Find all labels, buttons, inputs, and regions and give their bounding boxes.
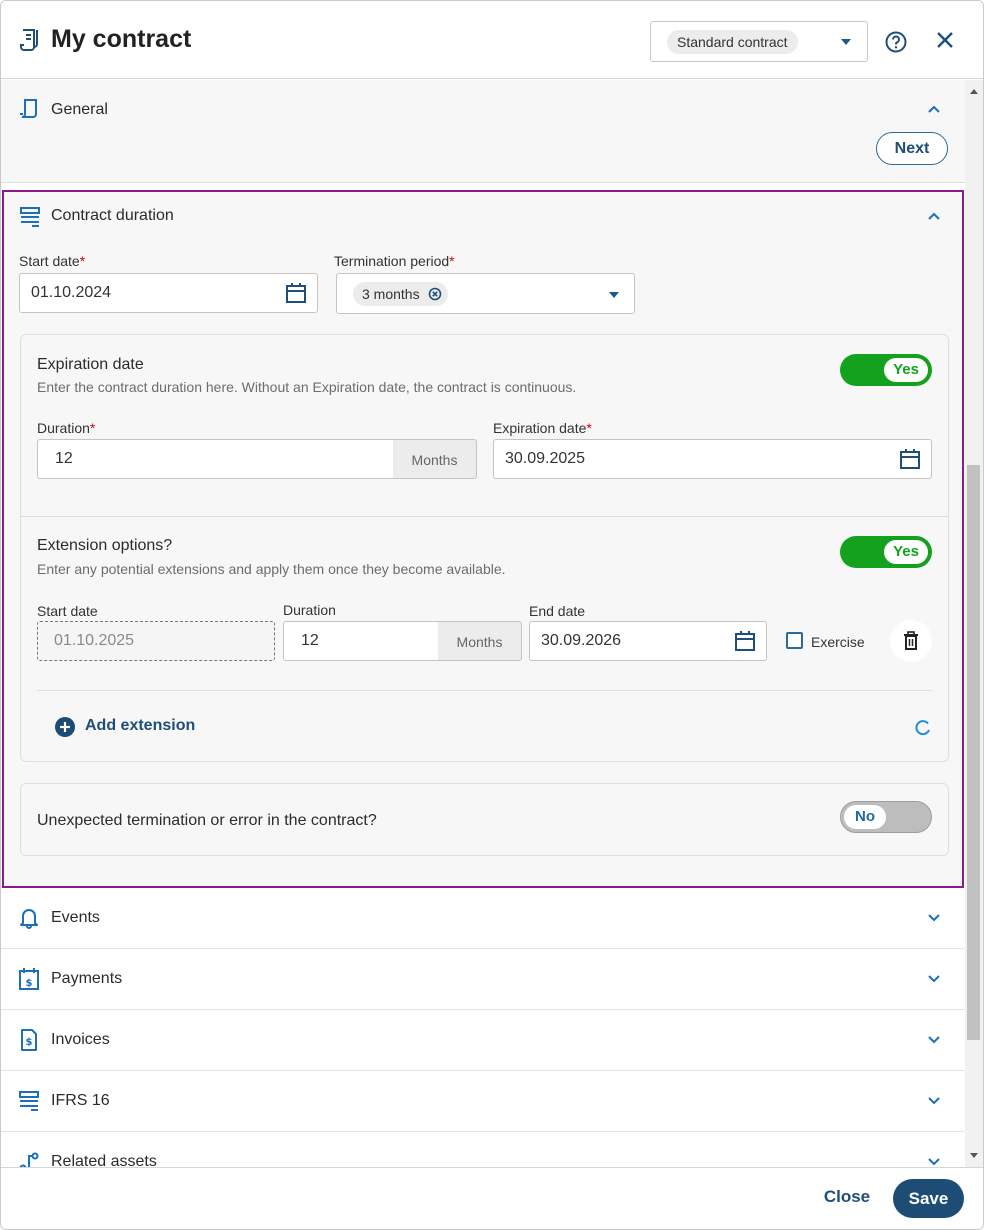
ext-start-date-value: 01.10.2025: [54, 632, 135, 649]
toggle-knob: No: [844, 805, 886, 829]
extension-toggle[interactable]: Yes: [840, 536, 932, 568]
expiration-date-field[interactable]: 30.09.2025: [493, 439, 932, 479]
duration-value: 12: [55, 450, 73, 467]
section-ifrs16[interactable]: IFRS 16: [1, 1071, 965, 1132]
expiration-date-value: 30.09.2025: [505, 450, 586, 467]
chevron-up-icon[interactable]: [927, 209, 941, 223]
help-icon[interactable]: [885, 31, 907, 53]
chevron-down-icon[interactable]: [927, 1094, 941, 1108]
caret-down-icon: [841, 39, 851, 45]
ext-duration-unit: Months: [438, 621, 522, 661]
chevron-up-icon[interactable]: [927, 102, 941, 116]
termination-error-title: Unexpected termination or error in the c…: [37, 812, 377, 829]
section-general-label: General: [51, 101, 108, 118]
svg-text:$: $: [26, 978, 33, 989]
section-invoices[interactable]: $ Invoices: [1, 1010, 965, 1071]
page-title: My contract: [51, 25, 192, 53]
duration-label: Duration*: [37, 420, 96, 436]
section-general: General Next: [1, 80, 965, 183]
document-icon: [20, 29, 38, 51]
section-related-label: Related assets: [51, 1153, 157, 1167]
termination-period-select[interactable]: 3 months: [336, 273, 635, 314]
ext-duration-label: Duration: [283, 602, 336, 618]
scroll-down-icon[interactable]: [970, 1153, 978, 1158]
close-icon[interactable]: [935, 30, 955, 50]
termination-value: 3 months: [362, 286, 420, 302]
section-ifrs16-label: IFRS 16: [51, 1092, 110, 1109]
calendar-dollar-icon: $: [19, 968, 39, 990]
extension-subtitle: Enter any potential extensions and apply…: [37, 561, 506, 577]
scrollbar[interactable]: [965, 80, 983, 1167]
section-payments[interactable]: $ Payments: [1, 949, 965, 1010]
svg-text:$: $: [26, 1037, 33, 1048]
chevron-down-icon[interactable]: [927, 911, 941, 925]
scrollbar-thumb[interactable]: [967, 465, 980, 1040]
expiration-date-label: Expiration date*: [493, 420, 592, 436]
exercise-checkbox[interactable]: [786, 632, 803, 649]
exercise-label: Exercise: [811, 634, 865, 650]
section-invoices-label: Invoices: [51, 1031, 110, 1048]
calendar-icon[interactable]: [734, 630, 756, 652]
remove-chip-icon[interactable]: [428, 287, 442, 301]
next-button[interactable]: Next: [876, 132, 948, 165]
dialog-header: My contract Standard contract: [1, 1, 983, 79]
hierarchy-icon: [19, 1152, 39, 1167]
scroll-up-icon[interactable]: [970, 89, 978, 94]
expiration-toggle[interactable]: Yes: [840, 354, 932, 386]
dialog-body[interactable]: General Next Contract duration Start dat…: [1, 80, 965, 1167]
delete-extension-button[interactable]: [890, 620, 932, 662]
dialog-footer: Close Save: [1, 1167, 983, 1229]
start-date-label: Start date*: [19, 253, 86, 269]
divider: [37, 690, 932, 691]
chevron-down-icon[interactable]: [927, 972, 941, 986]
section-events[interactable]: Events: [1, 888, 965, 949]
calendar-icon[interactable]: [285, 282, 307, 304]
add-circle-icon: [55, 717, 75, 737]
toggle-knob: Yes: [884, 540, 928, 564]
termination-error-card: Unexpected termination or error in the c…: [20, 783, 949, 856]
termination-chip: 3 months: [353, 282, 448, 306]
close-button[interactable]: Close: [813, 1187, 881, 1207]
ext-end-date-field[interactable]: 30.09.2026: [529, 621, 767, 661]
contract-type-select[interactable]: Standard contract: [650, 21, 868, 62]
list-icon: [19, 1091, 39, 1111]
contract-type-chip: Standard contract: [667, 30, 798, 54]
expiration-subtitle: Enter the contract duration here. Withou…: [37, 379, 577, 395]
invoice-icon: $: [21, 1029, 37, 1051]
bell-icon: [20, 909, 38, 929]
chevron-down-icon[interactable]: [927, 1155, 941, 1167]
add-extension-label: Add extension: [85, 717, 196, 734]
duration-unit: Months: [393, 439, 477, 479]
ext-end-date-label: End date: [529, 603, 586, 619]
contract-dialog: My contract Standard contract General Ne…: [0, 0, 984, 1230]
section-related-assets[interactable]: Related assets: [1, 1132, 965, 1167]
divider: [21, 516, 948, 517]
calendar-icon[interactable]: [899, 448, 921, 470]
section-payments-label: Payments: [51, 970, 123, 987]
section-duration-label: Contract duration: [51, 207, 174, 224]
ext-duration-field[interactable]: 12: [283, 621, 439, 661]
trash-icon: [904, 631, 918, 650]
expiration-title: Expiration date: [37, 356, 144, 373]
section-events-label: Events: [51, 909, 100, 926]
loading-spinner-icon: [915, 720, 930, 736]
section-contract-duration: Contract duration Start date* 01.10.2024…: [2, 190, 964, 888]
scroll-icon: [20, 99, 37, 118]
save-button[interactable]: Save: [893, 1179, 964, 1218]
ext-start-date-label: Start date: [37, 603, 98, 619]
expiration-card: Expiration date Enter the contract durat…: [20, 334, 949, 762]
ext-end-date-value: 30.09.2026: [541, 632, 622, 649]
caret-down-icon: [609, 292, 619, 298]
extension-title: Extension options?: [37, 537, 173, 554]
start-date-field[interactable]: 01.10.2024: [19, 273, 318, 313]
termination-error-toggle[interactable]: No: [840, 801, 932, 833]
ext-duration-value: 12: [301, 632, 319, 649]
toggle-knob: Yes: [884, 358, 928, 382]
list-icon: [20, 207, 40, 227]
start-date-value: 01.10.2024: [31, 284, 112, 301]
chevron-down-icon[interactable]: [927, 1033, 941, 1047]
duration-field[interactable]: 12: [37, 439, 394, 479]
termination-label: Termination period*: [334, 253, 455, 269]
ext-start-date-field: 01.10.2025: [37, 621, 275, 661]
